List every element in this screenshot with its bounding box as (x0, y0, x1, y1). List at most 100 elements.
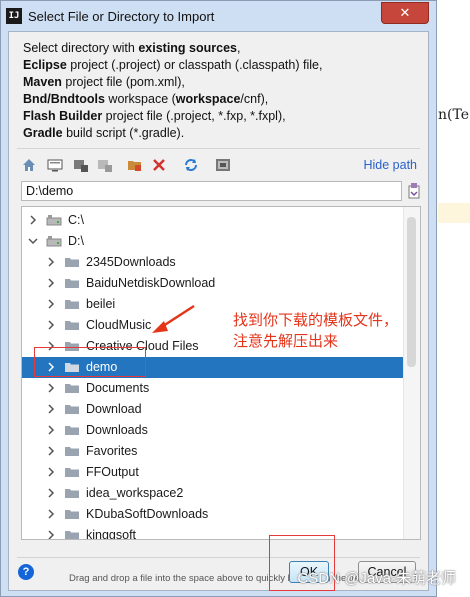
description-text: , (236, 41, 241, 55)
watermark: CSDN @Java-朱萌老师 (297, 570, 456, 587)
tree-row-downloads[interactable]: Downloads (22, 420, 404, 441)
tree-row-label: D:\ (68, 234, 84, 248)
description-line: Eclipse project (.project) or classpath … (23, 57, 322, 74)
tree-row-label: CloudMusic (86, 318, 152, 332)
folder-icon (65, 279, 79, 288)
desktop-icon[interactable] (47, 157, 63, 173)
description-keyword: Gradle (23, 126, 63, 140)
chevron-right-icon[interactable] (46, 256, 56, 268)
import-description: Select directory with existing sources, E… (23, 40, 322, 142)
separator (17, 557, 420, 558)
tree-row-label: kinggsoft (86, 528, 137, 540)
tree-row-label: C:\ (68, 213, 84, 227)
tree-row-favorites[interactable]: Favorites (22, 441, 404, 462)
description-text: project file (.project, *.fxp, *.fxpl), (102, 109, 286, 123)
annotation-line-2: 注意先解压出来 (233, 333, 339, 350)
tree-row-label: Download (86, 402, 142, 416)
description-text: project (.project) or classpath (.classp… (66, 58, 323, 72)
folder-icon (65, 321, 79, 330)
tree-row-label: Favorites (86, 444, 138, 458)
chevron-right-icon[interactable] (28, 214, 38, 226)
chevron-right-icon[interactable] (46, 403, 56, 415)
folder-icon (65, 531, 79, 539)
tree-row-label: KDubaSoftDownloads (86, 507, 209, 521)
tree-row-label: BaiduNetdiskDownload (86, 276, 216, 290)
close-button[interactable]: ✕ (381, 2, 429, 24)
tree-row-d[interactable]: D:\ (22, 231, 404, 252)
folder-icon (65, 405, 79, 414)
tree-row-kinggsoft[interactable]: kinggsoft (22, 525, 404, 540)
tree-row-label: Documents (86, 381, 150, 395)
drive-icon (46, 236, 62, 247)
chevron-right-icon[interactable] (46, 319, 56, 331)
folder-icon (65, 258, 79, 267)
description-line: Bnd/Bndtools workspace (workspace/cnf), (23, 91, 322, 108)
tree-row-kdubasoftdownloads[interactable]: KDubaSoftDownloads (22, 504, 404, 525)
tree-row-idea-workspace2[interactable]: idea_workspace2 (22, 483, 404, 504)
tree-row-documents[interactable]: Documents (22, 378, 404, 399)
separator (17, 148, 420, 149)
description-keyword: Eclipse (23, 58, 67, 72)
delete-icon[interactable] (151, 157, 167, 173)
description-text: Select directory with (23, 41, 139, 55)
chevron-right-icon[interactable] (46, 277, 56, 289)
description-text: project file (pom.xml), (61, 75, 185, 89)
annotation-line-1: 找到你下载的模板文件， (233, 312, 399, 329)
description-keyword: workspace (175, 92, 241, 106)
folder-icon (65, 426, 79, 435)
description-keyword: existing sources (138, 41, 237, 55)
show-hidden-icon[interactable] (215, 157, 231, 173)
background-highlight-strip (438, 203, 470, 223)
chevron-right-icon[interactable] (46, 382, 56, 394)
description-line: Maven project file (pom.xml), (23, 74, 322, 91)
description-text: workspace ( (104, 92, 176, 106)
chevron-right-icon[interactable] (46, 487, 56, 499)
drive-icon (46, 215, 62, 226)
module-folder-icon[interactable] (127, 157, 143, 173)
home-icon[interactable] (21, 157, 37, 173)
description-text: build script (*.gradle). (62, 126, 185, 140)
description-line: Gradle build script (*.gradle). (23, 125, 322, 142)
tree-row-ffoutput[interactable]: FFOutput (22, 462, 404, 483)
scroll-thumb[interactable] (407, 217, 416, 367)
tree-row-c[interactable]: C:\ (22, 210, 404, 231)
tree-row-label: beilei (86, 297, 116, 311)
description-keyword: Bnd/Bndtools (23, 92, 105, 106)
intellij-logo-icon: IJ (6, 8, 22, 24)
hide-path-link[interactable]: Hide path (363, 158, 417, 172)
chevron-right-icon[interactable] (46, 508, 56, 520)
description-keyword: Maven (23, 75, 62, 89)
folder-icon (65, 300, 79, 309)
folder-icon (65, 510, 79, 519)
annotation-note: 找到你下载的模板文件， 注意先解压出来 (233, 310, 398, 352)
chevron-down-icon[interactable] (28, 235, 38, 247)
project-icon[interactable] (97, 157, 113, 173)
tree-row-label: idea_workspace2 (86, 486, 184, 500)
tree-row-label: FFOutput (86, 465, 139, 479)
tree-row-label: 2345Downloads (86, 255, 176, 269)
path-history-icon[interactable] (407, 182, 421, 200)
description-line: Select directory with existing sources, (23, 40, 322, 57)
chevron-right-icon[interactable] (46, 466, 56, 478)
tree-row-baidunetdiskdownload[interactable]: BaiduNetdiskDownload (22, 273, 404, 294)
tree-row-download[interactable]: Download (22, 399, 404, 420)
chevron-right-icon[interactable] (46, 445, 56, 457)
help-button[interactable]: ? (18, 564, 34, 580)
chevron-right-icon[interactable] (46, 298, 56, 310)
path-input[interactable]: D:\demo (21, 181, 402, 201)
description-text: /cnf), (240, 92, 269, 106)
new-folder-icon[interactable] (73, 157, 89, 173)
tree-row-2345downloads[interactable]: 2345Downloads (22, 252, 404, 273)
tree-scrollbar[interactable] (403, 207, 420, 539)
annotation-arrow-icon (152, 304, 195, 333)
description-keyword: Flash Builder (23, 109, 103, 123)
folder-icon (65, 489, 79, 498)
chevron-right-icon[interactable] (46, 424, 56, 436)
background-text-fragment: n(Te (438, 107, 470, 123)
import-dialog: IJ Select File or Directory to Import ✕ … (0, 0, 437, 597)
title-bar: IJ Select File or Directory to Import ✕ (1, 1, 436, 31)
refresh-icon[interactable] (183, 157, 199, 173)
description-line: Flash Builder project file (.project, *.… (23, 108, 322, 125)
chevron-right-icon[interactable] (46, 529, 56, 540)
tree-row-label: Downloads (86, 423, 148, 437)
